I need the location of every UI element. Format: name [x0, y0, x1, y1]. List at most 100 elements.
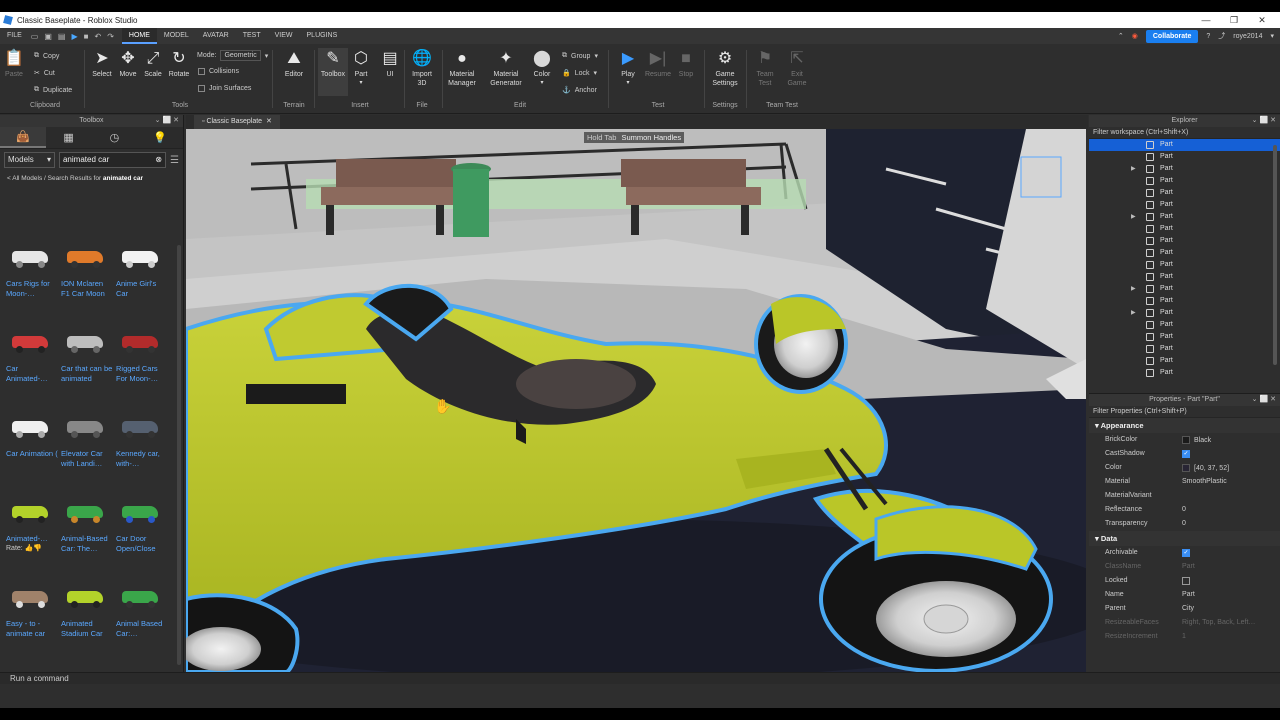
rate-controls[interactable]: Rate: 👍👎: [4, 544, 58, 552]
tab-creations[interactable]: 💡: [137, 127, 183, 148]
cut-button[interactable]: ✂ Cut: [34, 69, 55, 78]
model-name[interactable]: Cars Rigs for Moon-…: [4, 279, 58, 299]
rotate-button[interactable]: ↻ Rotate: [166, 48, 192, 79]
model-name[interactable]: Animal-Based Car: The…: [59, 534, 113, 554]
explorer-row-part[interactable]: Part: [1089, 271, 1280, 283]
explorer-row-part[interactable]: Part: [1089, 139, 1280, 151]
toolbox-scrollbar[interactable]: [177, 245, 181, 665]
property-value[interactable]: SmoothPlastic: [1182, 478, 1227, 485]
model-name[interactable]: Car Animation (: [4, 449, 58, 459]
property-row[interactable]: BrickColor Black: [1089, 433, 1280, 447]
save-icon[interactable]: ▤: [58, 32, 66, 41]
command-bar-input[interactable]: Run a command: [0, 672, 1280, 684]
category-dropdown[interactable]: Models ▾: [4, 152, 55, 168]
model-name[interactable]: Animated Stadium Car: [59, 619, 113, 639]
property-value[interactable]: Right, Top, Back, Left…: [1182, 619, 1255, 626]
property-row[interactable]: Material SmoothPlastic: [1089, 475, 1280, 489]
duplicate-button[interactable]: ⧉ Duplicate: [34, 86, 72, 94]
toolbox-item[interactable]: Animal Based Car:…: [114, 579, 168, 661]
tab-classic-baseplate[interactable]: ▫ Classic Baseplate ✕: [194, 115, 280, 129]
model-name[interactable]: Car that can be animated: [59, 364, 113, 384]
close-tab-icon[interactable]: ✕: [266, 118, 272, 125]
explorer-row-part[interactable]: ▶ Part: [1089, 283, 1280, 295]
stop-button[interactable]: ■ Stop: [674, 48, 698, 79]
collisions-checkbox[interactable]: [198, 68, 205, 75]
expand-arrow-icon[interactable]: ▶: [1131, 309, 1136, 316]
property-row[interactable]: Color [40, 37, 52]: [1089, 461, 1280, 475]
properties-filter-input[interactable]: Filter Properties (Ctrl+Shift+P): [1089, 406, 1280, 418]
property-row[interactable]: Parent City: [1089, 602, 1280, 616]
redo-icon[interactable]: ↷: [107, 32, 114, 41]
property-row[interactable]: ClassName Part: [1089, 560, 1280, 574]
toolbox-item[interactable]: Car Animated-…: [4, 324, 58, 406]
part-button[interactable]: ⬡ Part ▾: [350, 48, 372, 88]
explorer-row-part[interactable]: Part: [1089, 247, 1280, 259]
explorer-row-part[interactable]: Part: [1089, 151, 1280, 163]
color-swatch[interactable]: [1182, 436, 1190, 444]
property-value[interactable]: City: [1182, 605, 1194, 612]
property-row[interactable]: CastShadow ✓: [1089, 447, 1280, 461]
explorer-row-part[interactable]: Part: [1089, 199, 1280, 211]
minimize-icon[interactable]: —: [1192, 15, 1220, 25]
username[interactable]: roye2014: [1233, 33, 1262, 40]
close-icon[interactable]: ✕: [1248, 15, 1276, 26]
ui-button[interactable]: ▤ UI: [378, 48, 402, 79]
property-value[interactable]: ✓: [1182, 549, 1190, 557]
property-row[interactable]: Transparency 0: [1089, 517, 1280, 531]
filter-icon[interactable]: ☰: [170, 155, 179, 166]
clear-search-icon[interactable]: ⊗: [155, 153, 162, 167]
property-value[interactable]: 0: [1182, 520, 1186, 527]
panel-controls[interactable]: ⌄ ⬜ ✕: [155, 115, 179, 127]
tab-home[interactable]: HOME: [121, 28, 157, 44]
model-name[interactable]: ION Mclaren F1 Car Moon: [59, 279, 113, 299]
paste-button[interactable]: 📋 Paste: [4, 48, 24, 79]
explorer-row-part[interactable]: Part: [1089, 223, 1280, 235]
model-name[interactable]: Car Door Open/Close: [114, 534, 168, 554]
property-value[interactable]: Black: [1182, 436, 1211, 444]
property-checkbox[interactable]: ✓: [1182, 450, 1190, 458]
scale-button[interactable]: ⤢ Scale: [141, 48, 165, 79]
help-icon[interactable]: ?: [1206, 33, 1210, 40]
expand-arrow-icon[interactable]: ▶: [1131, 213, 1136, 220]
toolbox-button[interactable]: ✎ Toolbox: [318, 48, 348, 96]
exit-game-button[interactable]: ⇱ Exit Game: [784, 48, 810, 88]
model-name[interactable]: Rigged Cars For Moon-…: [114, 364, 168, 384]
property-row[interactable]: ResizeableFaces Right, Top, Back, Left…: [1089, 616, 1280, 630]
toolbox-item[interactable]: Car Animation (: [4, 409, 58, 491]
property-row[interactable]: Reflectance 0: [1089, 503, 1280, 517]
explorer-row-part[interactable]: ▶ Part: [1089, 307, 1280, 319]
explorer-row-part[interactable]: Part: [1089, 235, 1280, 247]
tab-model[interactable]: MODEL: [157, 28, 196, 44]
explorer-row-part[interactable]: ▶ Part: [1089, 163, 1280, 175]
color-swatch[interactable]: [1182, 464, 1190, 472]
explorer-row-part[interactable]: Part: [1089, 331, 1280, 343]
toolbox-item[interactable]: Animal-Based Car: The…: [59, 494, 113, 576]
property-row[interactable]: ResizeIncrement 1: [1089, 630, 1280, 644]
property-value[interactable]: 1: [1182, 633, 1186, 640]
toolbox-item[interactable]: Animated Stadium Car: [59, 579, 113, 661]
property-value[interactable]: [40, 37, 52]: [1182, 464, 1229, 472]
play-quick-icon[interactable]: ▶: [71, 32, 77, 41]
move-button[interactable]: ✥ Move: [116, 48, 140, 79]
account-dropdown-icon[interactable]: ▾: [1270, 32, 1274, 40]
selected-part-gizmo[interactable]: [1020, 156, 1062, 198]
model-name[interactable]: Elevator Car with Landi…: [59, 449, 113, 469]
toolbox-search-input[interactable]: animated car ⊗: [58, 152, 167, 168]
toolbox-item[interactable]: Anime Girl's Car: [114, 239, 168, 321]
property-row[interactable]: MaterialVariant: [1089, 489, 1280, 503]
explorer-row-part[interactable]: ▶ Part: [1089, 211, 1280, 223]
toolbox-item[interactable]: ION Mclaren F1 Car Moon: [59, 239, 113, 321]
expand-arrow-icon[interactable]: ▶: [1131, 165, 1136, 172]
join-surfaces-checkbox[interactable]: [198, 85, 205, 92]
explorer-row-part[interactable]: Part: [1089, 175, 1280, 187]
explorer-scrollbar[interactable]: [1273, 145, 1277, 365]
property-checkbox[interactable]: ✓: [1182, 549, 1190, 557]
breadcrumb[interactable]: < All Models / Search Results for animat…: [0, 171, 183, 185]
explorer-filter-input[interactable]: Filter workspace (Ctrl+Shift+X): [1089, 127, 1280, 139]
model-name[interactable]: Easy - to - animate car: [4, 619, 58, 639]
model-name[interactable]: Animal Based Car:…: [114, 619, 168, 639]
terrain-editor-button[interactable]: ⛰ Editor: [280, 48, 308, 79]
import-3d-button[interactable]: 🌐 Import 3D: [408, 48, 436, 88]
lock-button[interactable]: 🔒 Lock ▾: [562, 69, 597, 78]
explorer-row-part[interactable]: Part: [1089, 367, 1280, 379]
